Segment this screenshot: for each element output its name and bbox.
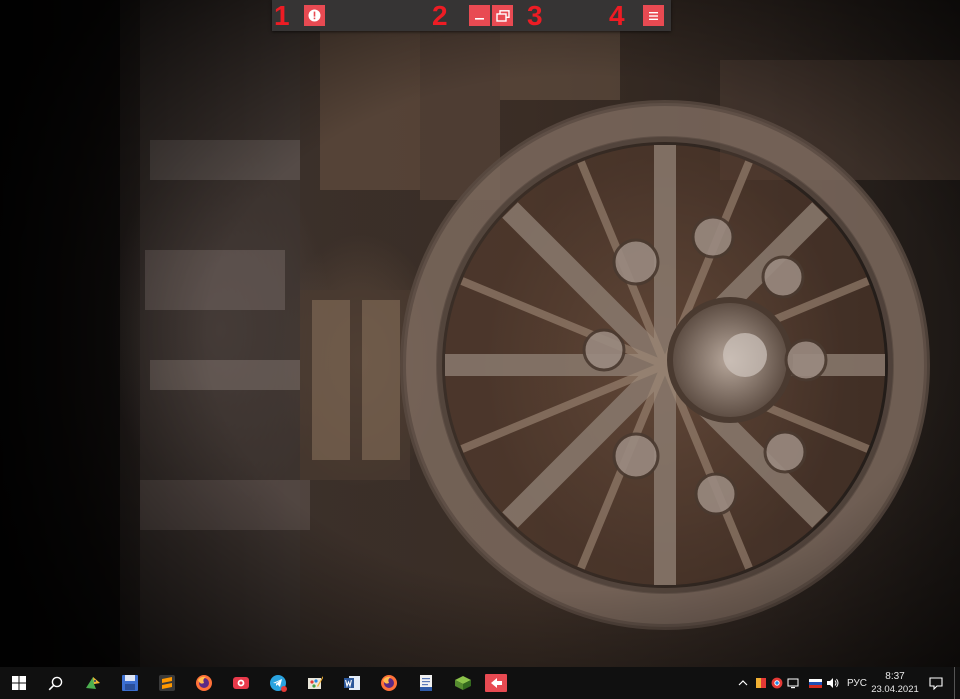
search-button[interactable] <box>37 667 74 699</box>
marker-2: 2 <box>432 0 448 31</box>
taskbar-app-document[interactable] <box>407 667 444 699</box>
document-viewer-icon <box>419 675 432 691</box>
desktop-wallpaper <box>0 0 960 667</box>
minimize-icon <box>475 18 484 20</box>
tray-volume[interactable] <box>825 667 841 699</box>
taskbar-app-package[interactable] <box>444 667 481 699</box>
package-icon <box>454 676 471 690</box>
restore-window-icon <box>495 9 510 22</box>
tray-app-icon <box>756 678 766 688</box>
firefox-icon <box>380 675 397 691</box>
exclamation-circle-icon <box>308 9 321 22</box>
notification-icon <box>929 676 943 690</box>
tray-app-2[interactable] <box>770 667 784 699</box>
firefox-icon <box>195 675 212 691</box>
hamburger-menu-icon <box>649 11 658 20</box>
telegram-icon <box>269 675 287 692</box>
restore-button[interactable] <box>492 5 513 26</box>
start-button[interactable] <box>0 667 37 699</box>
taskbar-app-bird[interactable] <box>74 667 111 699</box>
volume-icon <box>827 678 839 688</box>
tray-app-1[interactable] <box>754 667 768 699</box>
windows-logo-icon <box>11 676 26 690</box>
action-center-button[interactable] <box>924 667 948 699</box>
alert-button[interactable] <box>304 5 325 26</box>
taskbar-app-recorder[interactable] <box>222 667 259 699</box>
network-icon <box>787 678 799 688</box>
marker-3: 3 <box>527 0 543 31</box>
bird-app-icon <box>85 677 100 689</box>
taskbar-app-sublime[interactable] <box>148 667 185 699</box>
tray-network[interactable] <box>786 667 800 699</box>
tray-chrome-icon <box>771 677 783 689</box>
clock[interactable]: 8:37 23.04.2021 <box>866 670 924 696</box>
floppy-disk-icon <box>121 675 138 691</box>
screen-recorder-icon <box>232 677 249 689</box>
marker-1: 1 <box>274 0 290 31</box>
clock-date: 23.04.2021 <box>871 684 919 695</box>
taskbar-app-firefox[interactable] <box>185 667 222 699</box>
marker-4: 4 <box>609 0 625 31</box>
taskbar-app-floppy[interactable] <box>111 667 148 699</box>
chevron-up-icon <box>738 680 748 686</box>
tray-flag[interactable] <box>807 667 823 699</box>
paint-icon <box>307 676 323 689</box>
russian-flag-icon <box>808 678 822 688</box>
sublime-text-icon <box>158 675 175 691</box>
taskbar: РУС 8:37 23.04.2021 <box>0 667 960 699</box>
taskbar-app-telegram[interactable] <box>259 667 296 699</box>
red-arrow-app-icon <box>484 674 507 692</box>
word-icon <box>343 676 360 690</box>
clock-time: 8:37 <box>885 671 905 682</box>
taskbar-app-paint[interactable] <box>296 667 333 699</box>
minimize-button[interactable] <box>469 5 490 26</box>
wallpaper-art <box>0 0 960 667</box>
floating-toolbar: 1 2 3 4 <box>272 0 671 31</box>
search-icon <box>48 676 63 690</box>
taskbar-app-word[interactable] <box>333 667 370 699</box>
taskbar-app-red-arrow[interactable] <box>477 667 514 699</box>
taskbar-app-firefox-2[interactable] <box>370 667 407 699</box>
menu-button[interactable] <box>643 5 664 26</box>
show-desktop-divider <box>954 667 955 699</box>
show-hidden-icons-button[interactable] <box>734 667 752 699</box>
